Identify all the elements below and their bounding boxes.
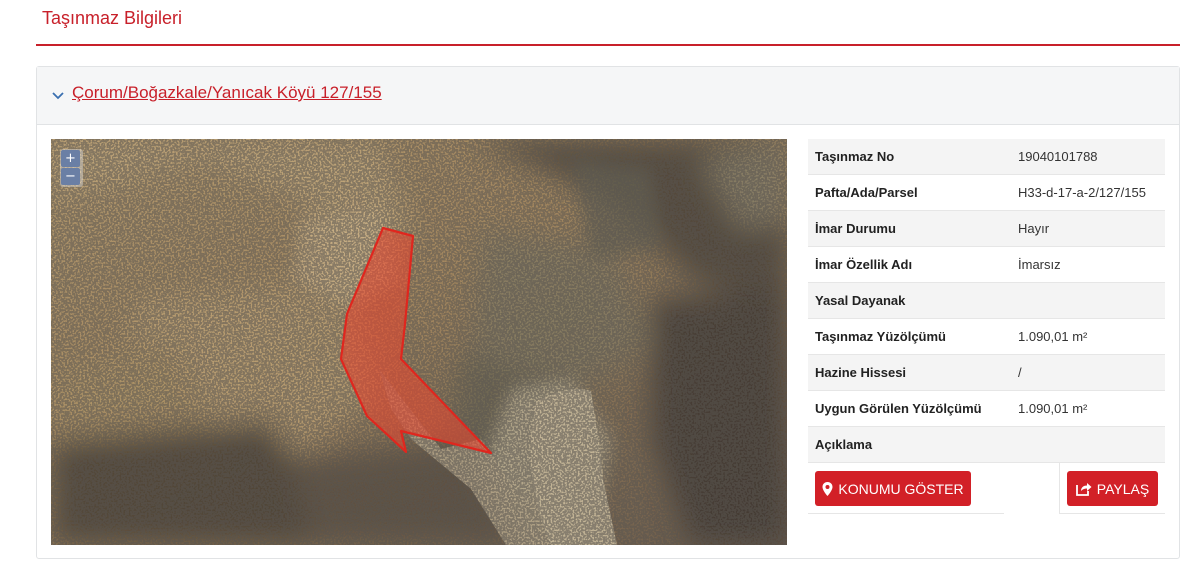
- parcel-title-link[interactable]: Çorum/Boğazkale/Yanıcak Köyü 127/155: [72, 83, 382, 103]
- page-title: Taşınmaz Bilgileri: [42, 8, 183, 28]
- row-label: İmar Durumu: [808, 210, 1011, 247]
- page-header: Taşınmaz Bilgileri: [36, 0, 1180, 46]
- zoom-out-button[interactable]: −: [61, 168, 80, 185]
- row-label: Pafta/Ada/Parsel: [808, 174, 1011, 211]
- share-icon: [1075, 482, 1092, 496]
- row-label: İmar Özellik Adı: [808, 246, 1011, 283]
- property-panel: Çorum/Boğazkale/Yanıcak Köyü 127/155 + −…: [36, 66, 1180, 559]
- row-label: Taşınmaz Yüzölçümü: [808, 318, 1011, 355]
- row-label: Hazine Hissesi: [808, 354, 1011, 391]
- parcel-map[interactable]: + −: [51, 139, 787, 545]
- row-value: 19040101788: [1011, 139, 1165, 175]
- table-row: Taşınmaz No 19040101788: [808, 139, 1165, 175]
- share-button[interactable]: PAYLAŞ: [1067, 471, 1158, 506]
- table-row: Pafta/Ada/Parsel H33-d-17-a-2/127/155: [808, 174, 1165, 211]
- property-info-table: Taşınmaz No 19040101788 Pafta/Ada/Parsel H…: [808, 139, 1165, 463]
- show-location-label: KONUMU GÖSTER: [838, 480, 964, 497]
- row-value: [1011, 282, 1165, 319]
- zoom-control: + −: [60, 149, 83, 187]
- zoom-in-button[interactable]: +: [61, 150, 80, 167]
- row-value: İmarsız: [1011, 246, 1165, 283]
- row-label: Açıklama: [808, 426, 1011, 463]
- table-row: Taşınmaz Yüzölçümü 1.090,01 m²: [808, 318, 1165, 355]
- row-value: 1.090,01 m²: [1011, 318, 1165, 355]
- satellite-imagery: [51, 139, 787, 545]
- row-value: /: [1011, 354, 1165, 391]
- divider: [808, 513, 1004, 514]
- table-row: İmar Özellik Adı İmarsız: [808, 246, 1165, 283]
- row-value: H33-d-17-a-2/127/155: [1011, 174, 1165, 211]
- table-row: İmar Durumu Hayır: [808, 210, 1165, 247]
- table-row: Yasal Dayanak: [808, 282, 1165, 319]
- row-label: Yasal Dayanak: [808, 282, 1011, 319]
- share-label: PAYLAŞ: [1096, 480, 1150, 497]
- row-value: Hayır: [1011, 210, 1165, 247]
- divider: [1059, 513, 1165, 514]
- map-marker-icon: [822, 481, 833, 496]
- row-value: [1011, 426, 1165, 463]
- table-row: Hazine Hissesi /: [808, 354, 1165, 391]
- chevron-down-icon[interactable]: [51, 88, 65, 102]
- table-row: Açıklama: [808, 426, 1165, 463]
- panel-header[interactable]: Çorum/Boğazkale/Yanıcak Köyü 127/155: [37, 67, 1179, 125]
- row-value: 1.090,01 m²: [1011, 390, 1165, 427]
- table-row: Uygun Görülen Yüzölçümü 1.090,01 m²: [808, 390, 1165, 427]
- row-label: Taşınmaz No: [808, 139, 1011, 175]
- divider: [1059, 463, 1060, 514]
- row-label: Uygun Görülen Yüzölçümü: [808, 390, 1011, 427]
- show-location-button[interactable]: KONUMU GÖSTER: [815, 471, 971, 506]
- action-bar: KONUMU GÖSTER PAYLAŞ: [808, 463, 1165, 515]
